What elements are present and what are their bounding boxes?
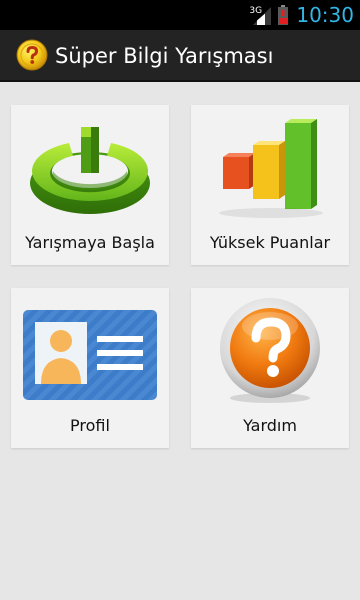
action-bar: Süper Bilgi Yarışması (0, 30, 360, 82)
start-quiz-button[interactable]: Yarışmaya Başla (11, 105, 169, 265)
help-question-icon (220, 298, 320, 403)
profile-card-icon (23, 310, 157, 400)
help-button[interactable]: Yardım (191, 288, 349, 448)
profile-label: Profil (70, 416, 110, 435)
help-label: Yardım (243, 416, 297, 435)
power-start-icon (30, 127, 150, 214)
start-quiz-label: Yarışmaya Başla (25, 233, 155, 252)
network-type-label: 3G (249, 6, 263, 16)
status-clock: 10:30 (296, 3, 354, 27)
battery-low-icon (278, 5, 289, 25)
app-screen: 3G 10:30 Süper Bilgi Yarışması Yarışmaya… (0, 0, 360, 600)
question-coin-icon[interactable] (16, 39, 48, 71)
bar-chart-icon (219, 119, 323, 218)
app-title: Süper Bilgi Yarışması (55, 44, 274, 68)
high-scores-button[interactable]: Yüksek Puanlar (191, 105, 349, 265)
status-bar: 3G 10:30 (0, 0, 360, 30)
high-scores-label: Yüksek Puanlar (209, 233, 331, 252)
status-icons: 3G 10:30 (249, 0, 354, 30)
profile-button[interactable]: Profil (11, 288, 169, 448)
signal-indicator: 3G (249, 3, 272, 27)
